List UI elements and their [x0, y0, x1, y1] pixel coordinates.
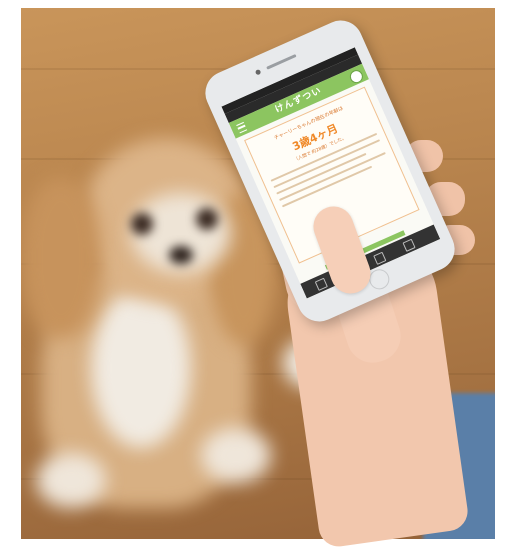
back-icon[interactable]	[314, 277, 328, 291]
front-camera	[254, 68, 262, 76]
smartphone: けんずつい チャーリーちゃんの現在の年齢は 3歳4ヶ月 （人間で 約28歳）でし…	[0, 0, 506, 541]
bookmark-icon[interactable]	[373, 251, 387, 265]
speaker-grille	[266, 53, 297, 70]
phone-body: けんずつい チャーリーちゃんの現在の年齢は 3歳4ヶ月 （人間で 約28歳）でし…	[198, 13, 462, 329]
tabs-icon[interactable]	[402, 238, 416, 252]
